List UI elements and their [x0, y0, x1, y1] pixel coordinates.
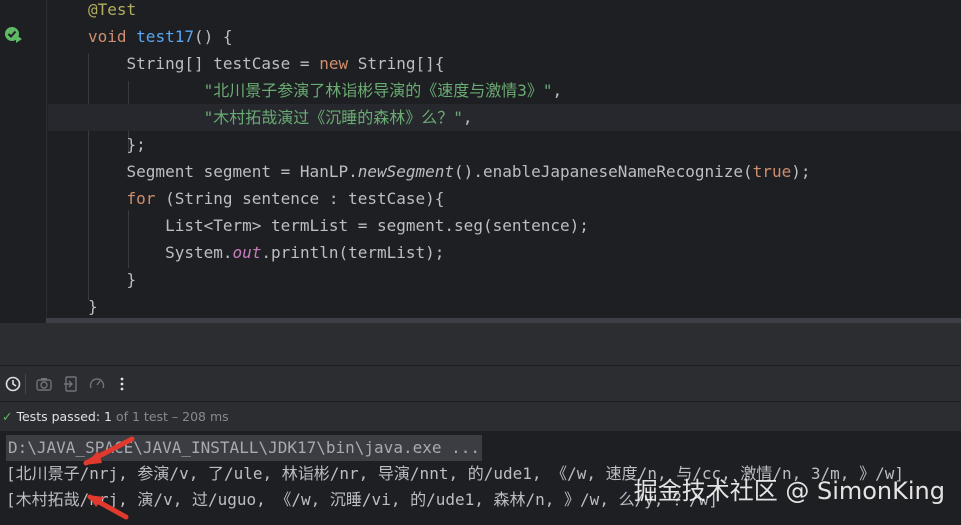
code-token: for	[126, 189, 166, 208]
code-line[interactable]: System.out.println(termList);	[48, 239, 961, 266]
camera-icon[interactable]	[35, 375, 53, 393]
code-token: String[] testCase =	[88, 54, 320, 73]
code-line[interactable]: }	[48, 266, 961, 293]
code-line[interactable]: "北川景子参演了林诣彬导演的《速度与激情3》",	[48, 77, 961, 104]
code-token: true	[752, 162, 792, 181]
code-token: };	[88, 135, 146, 154]
code-line[interactable]: for (String sentence : testCase){	[48, 185, 961, 212]
code-token: new	[319, 54, 358, 73]
code-line[interactable]: }	[48, 293, 961, 320]
clock-icon[interactable]	[4, 375, 22, 393]
watermark: 掘金技术社区 @ SimonKing	[633, 477, 945, 505]
code-line[interactable]: void test17() {	[48, 23, 961, 50]
panel-header-area	[0, 323, 961, 365]
code-text: String[] testCase = new String[]{	[88, 50, 445, 77]
code-token: out	[232, 243, 262, 262]
code-line[interactable]: String[] testCase = new String[]{	[48, 50, 961, 77]
code-token: test17	[136, 27, 194, 46]
code-token: @Test	[88, 0, 137, 19]
more-vertical-icon[interactable]	[113, 375, 131, 393]
code-line[interactable]: @Test	[48, 0, 961, 23]
code-token: System.	[88, 243, 233, 262]
code-text: "北川景子参演了林诣彬导演的《速度与激情3》",	[88, 77, 563, 104]
code-token: }	[88, 297, 98, 316]
code-token: () {	[193, 27, 233, 46]
code-token: Segment segment = HanLP.	[88, 162, 358, 181]
code-text: List<Term> termList = segment.seg(senten…	[88, 212, 589, 239]
code-token: void	[88, 27, 137, 46]
status-detail: of 1 test – 208 ms	[115, 409, 229, 424]
code-text: Segment segment = HanLP.newSegment().ena…	[88, 158, 811, 185]
import-icon[interactable]	[62, 375, 80, 393]
code-text: @Test	[88, 0, 136, 23]
console-output[interactable]: D:\JAVA_SPACE\JAVA_INSTALL\JDK17\bin\jav…	[0, 431, 961, 525]
code-text: System.out.println(termList);	[88, 239, 444, 266]
run-test-icon[interactable]	[4, 26, 24, 46]
code-token: String[]{	[357, 54, 445, 73]
code-token: "北川景子参演了林诣彬导演的《速度与激情3》"	[203, 81, 553, 100]
code-token: ,	[462, 108, 473, 127]
code-line[interactable]: Segment segment = HanLP.newSegment().ena…	[48, 158, 961, 185]
code-token: }	[88, 270, 137, 289]
code-token: (String sentence : testCase){	[165, 189, 445, 208]
run-toolbar	[0, 365, 961, 402]
console-command-line[interactable]: D:\JAVA_SPACE\JAVA_INSTALL\JDK17\bin\jav…	[6, 435, 483, 461]
run-panel: ✓ Tests passed: 1 of 1 test – 208 ms D:\J…	[0, 323, 961, 525]
code-editor[interactable]: @Test void test17() { String[] testCase =…	[0, 0, 961, 323]
code-token: List<Term> termList = segment.seg(senten…	[88, 216, 589, 235]
code-text: void test17() {	[88, 23, 233, 50]
code-line[interactable]: "木村拓哉演过《沉睡的森林》么？",	[48, 104, 961, 131]
red-arrow-annotation	[83, 436, 135, 466]
code-text: "木村拓哉演过《沉睡的森林》么？",	[88, 104, 473, 131]
red-arrow-annotation	[87, 494, 129, 520]
code-token: newSegment	[357, 162, 455, 181]
code-token: ().enableJapaneseNameRecognize(	[454, 162, 753, 181]
code-text: for (String sentence : testCase){	[88, 185, 445, 212]
editor-gutter	[0, 0, 47, 323]
passed-count: 1	[104, 409, 112, 424]
code-token: .println(termList);	[261, 243, 445, 262]
code-token: ,	[552, 81, 563, 100]
status-label: Tests passed:	[16, 409, 101, 424]
toolbar-separator	[25, 374, 26, 394]
code-text: };	[88, 131, 146, 158]
code-line[interactable]: List<Term> termList = segment.seg(senten…	[48, 212, 961, 239]
code-token: );	[791, 162, 811, 181]
test-status-bar: ✓ Tests passed: 1 of 1 test – 208 ms	[0, 401, 961, 432]
gauge-icon[interactable]	[88, 375, 106, 393]
check-icon: ✓	[2, 409, 13, 424]
code-token: "木村拓哉演过《沉睡的森林》么？"	[203, 108, 463, 127]
code-line[interactable]: };	[48, 131, 961, 158]
code-text: }	[88, 266, 137, 293]
code-text: }	[88, 293, 98, 320]
